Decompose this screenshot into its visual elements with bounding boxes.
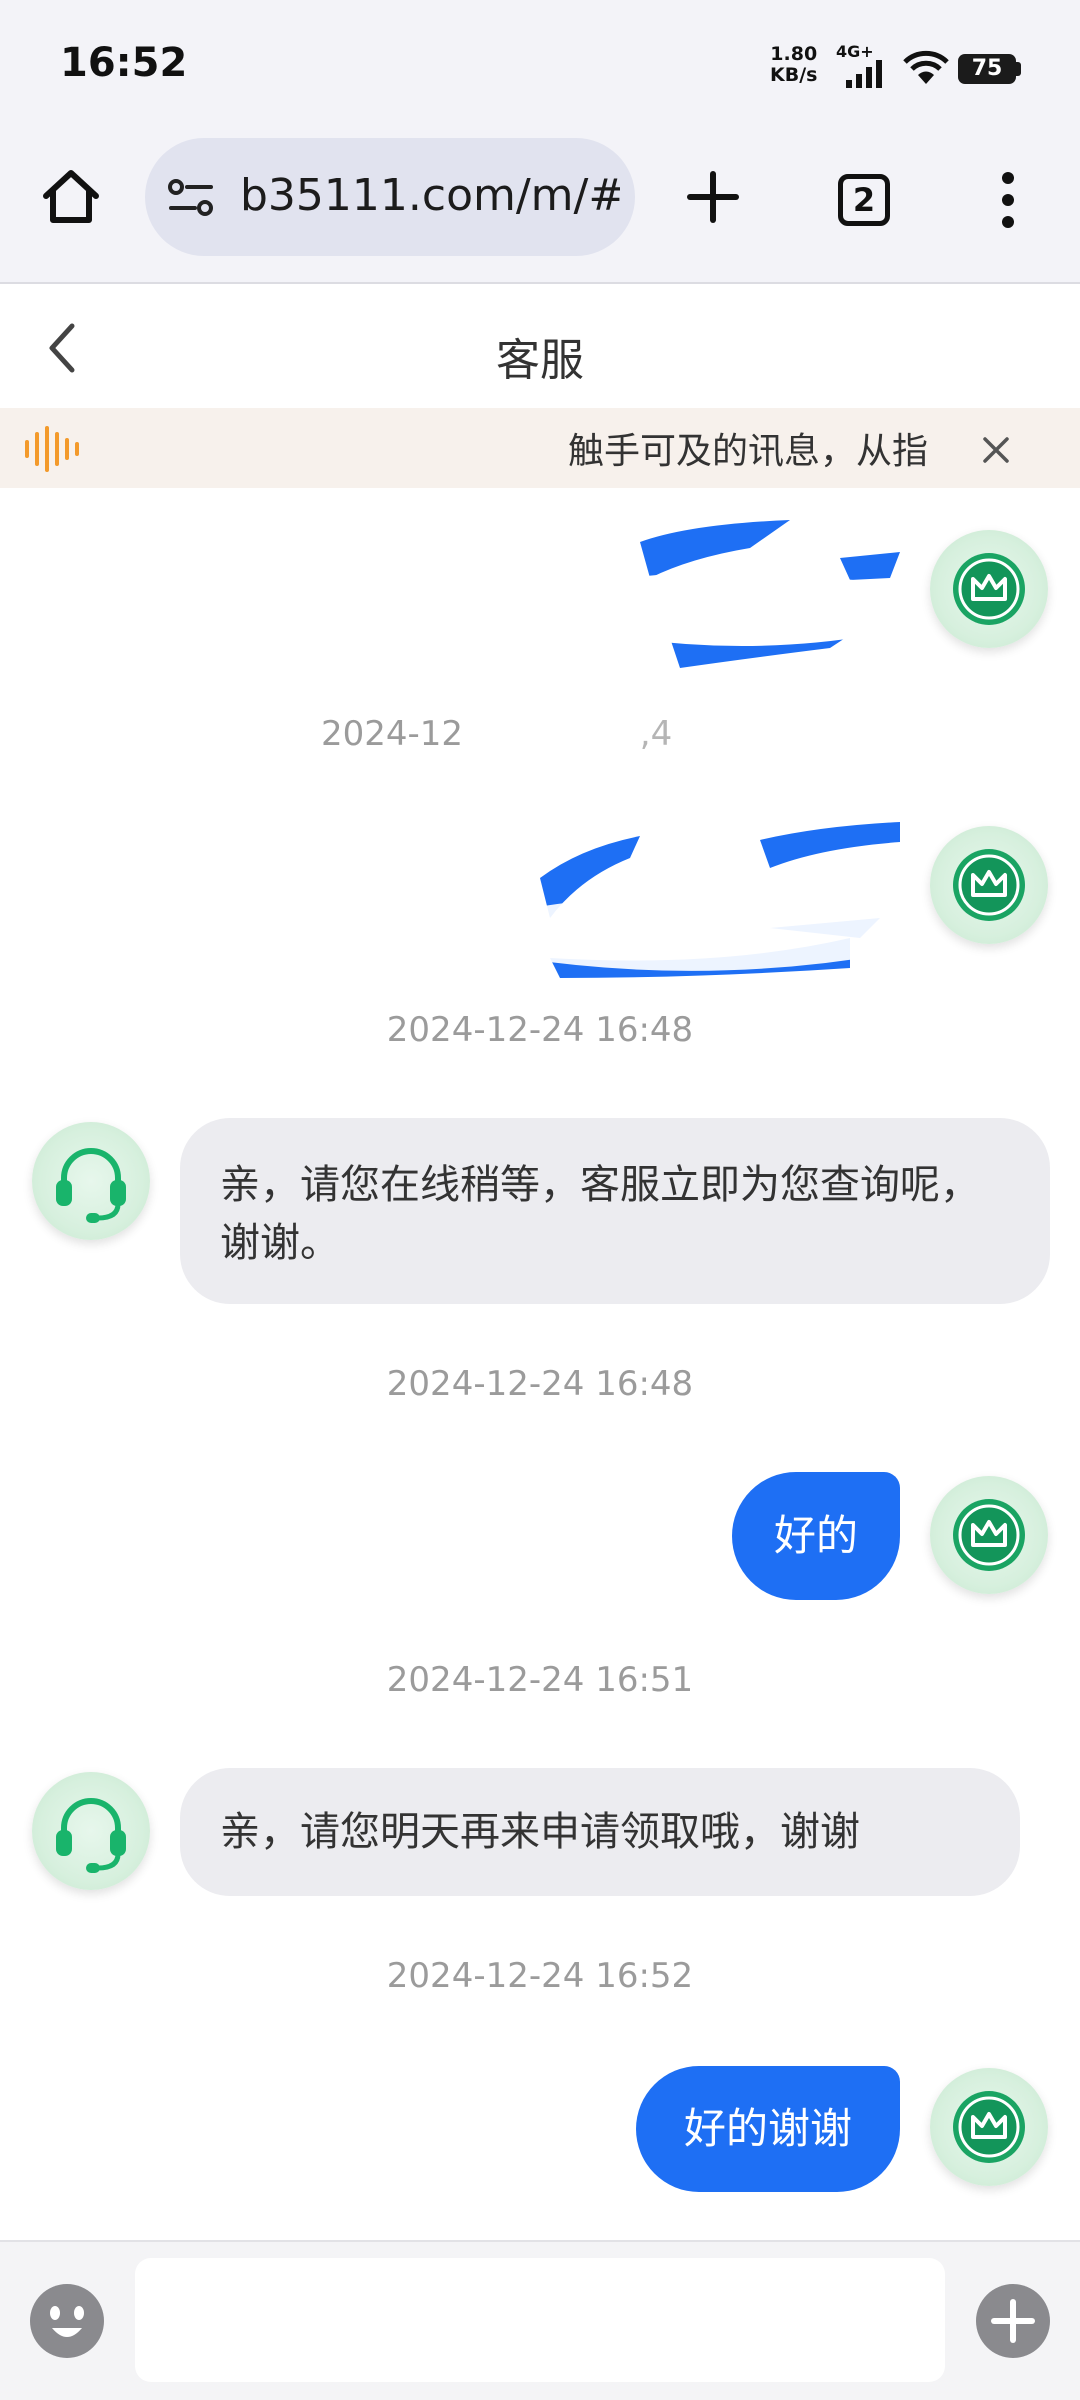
user-message-bubble: 好的: [732, 1472, 900, 1600]
notice-bar: 触手可及的讯息，从指: [0, 408, 1080, 488]
agent-message-bubble: 亲，请您在线稍等，客服立即为您查询呢，谢谢。: [180, 1118, 1050, 1304]
signal-icon: [846, 60, 882, 88]
user-avatar[interactable]: [930, 826, 1048, 944]
browser-toolbar: b35111.com/m/#/i 2: [0, 130, 1080, 284]
page-header: 客服: [0, 286, 1080, 408]
crown-badge-icon: [953, 1499, 1025, 1571]
battery-tip: [1016, 62, 1021, 76]
battery-level: 75: [958, 54, 1016, 84]
message-timestamp: 2024-12-24 16:52: [386, 1956, 694, 1996]
agent-avatar: [32, 1772, 150, 1890]
emoji-icon[interactable]: [28, 2282, 106, 2360]
home-icon[interactable]: [40, 166, 102, 228]
timestamp-redacted-tail: ,4: [639, 714, 673, 754]
wifi-icon: [903, 50, 949, 84]
new-tab-icon[interactable]: [686, 170, 740, 224]
site-settings-icon[interactable]: [167, 176, 217, 220]
agent-avatar: [32, 1122, 150, 1240]
chat-input-bar: [0, 2240, 1080, 2400]
headset-icon: [56, 1148, 126, 1223]
add-icon[interactable]: [974, 2282, 1052, 2360]
crown-badge-icon: [953, 553, 1025, 625]
status-time: 16:52: [60, 40, 188, 86]
user-message-bubble: 好的谢谢: [636, 2066, 900, 2192]
message-timestamp: 2024-12-24 16:51: [386, 1660, 694, 1700]
more-menu-icon[interactable]: [996, 170, 1020, 230]
message-input[interactable]: [135, 2258, 945, 2382]
headset-icon: [56, 1798, 126, 1873]
notice-text: 触手可及的讯息，从指: [568, 431, 929, 472]
page-title: 客服: [496, 335, 584, 386]
user-avatar[interactable]: [930, 1476, 1048, 1594]
chat-messages: 2024-12 ,4 2024-12-24 16:48 亲，请您在线稍等，客服立…: [0, 488, 1080, 2240]
crown-badge-icon: [953, 849, 1025, 921]
close-icon[interactable]: [982, 436, 1010, 464]
redacted-message: [630, 520, 910, 668]
url-text[interactable]: b35111.com/m/#/i: [240, 170, 620, 221]
tab-switcher-button[interactable]: 2: [838, 174, 890, 226]
agent-message-bubble: 亲，请您明天再来申请领取哦，谢谢: [180, 1768, 1020, 1896]
user-avatar[interactable]: [930, 2068, 1048, 2186]
redacted-message: [520, 822, 920, 978]
message-timestamp: 2024-12-24 16:48: [386, 1010, 694, 1050]
message-timestamp: 2024-12-24 16:48: [386, 1364, 694, 1404]
address-bar[interactable]: b35111.com/m/#/i: [145, 138, 635, 256]
crown-badge-icon: [953, 2091, 1025, 2163]
announcement-icon: [25, 426, 79, 472]
network-speed: 1.80 KB/s: [770, 43, 818, 86]
status-bar: 16:52 1.80 KB/s 4G+ 75: [0, 0, 1080, 130]
user-avatar[interactable]: [930, 530, 1048, 648]
